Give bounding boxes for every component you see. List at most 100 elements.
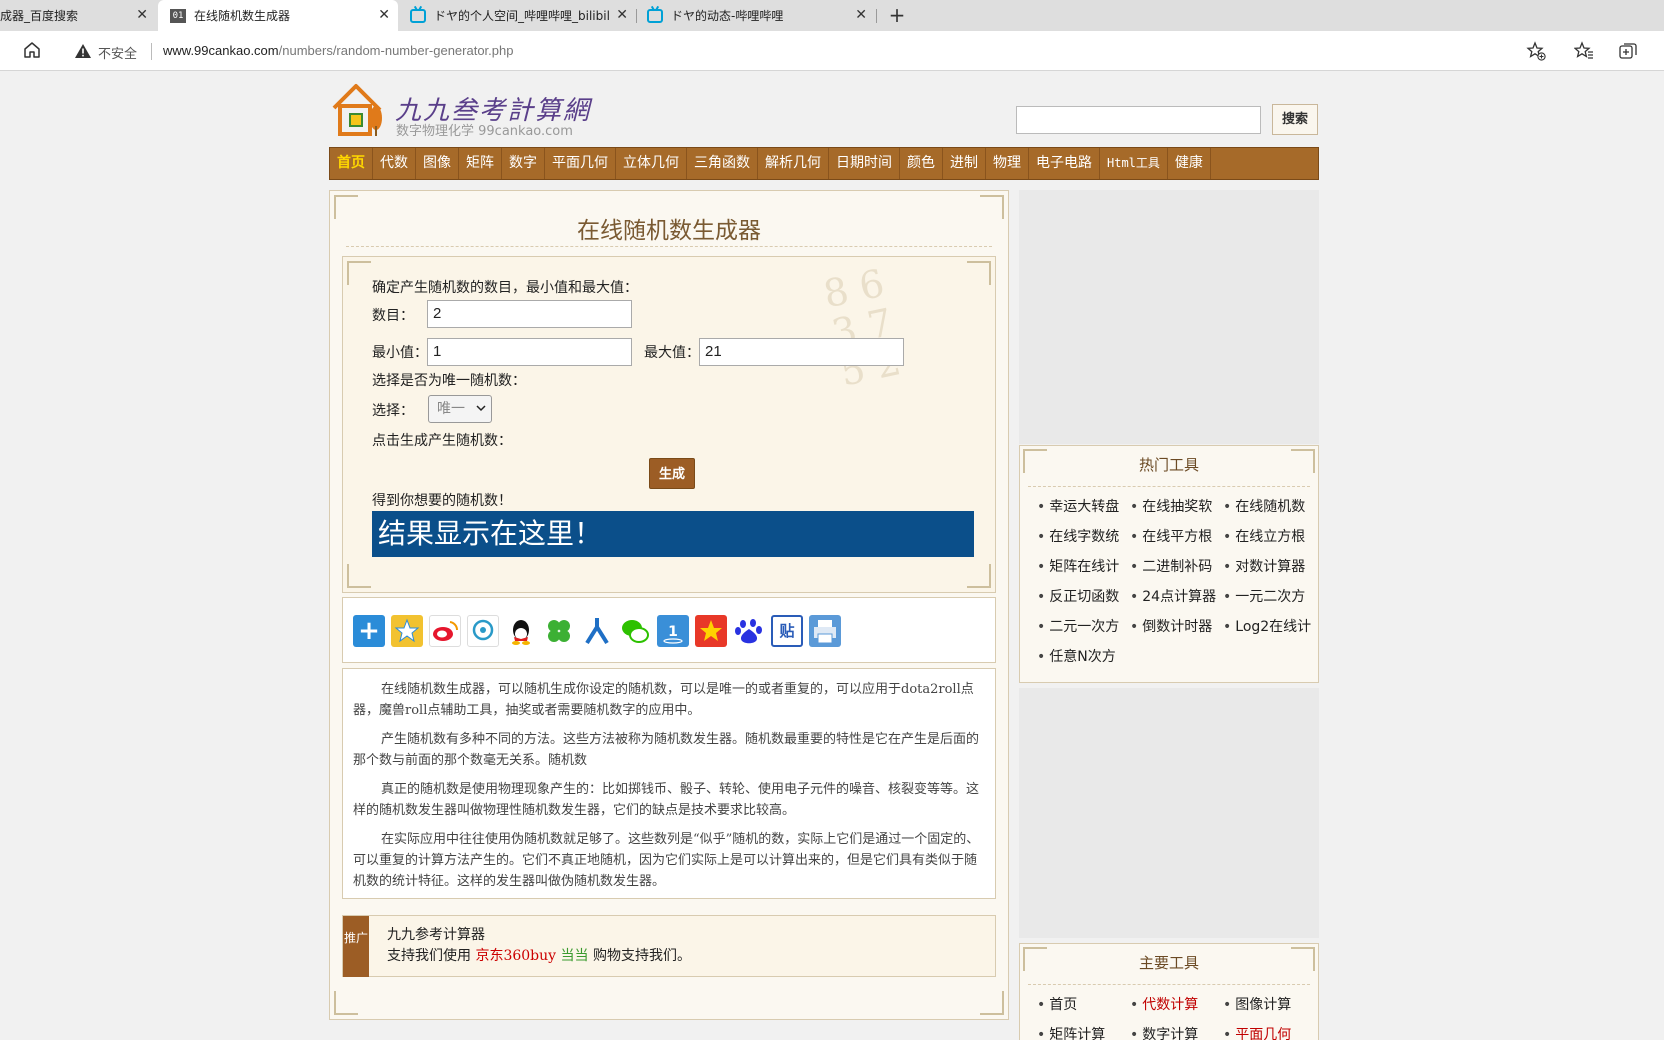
unique-select[interactable]: 唯一	[428, 395, 492, 423]
sidebar-tool-link[interactable]: • 平面几何	[1223, 1024, 1291, 1040]
min-label: 最小值：	[372, 345, 428, 361]
site-logo-subtitle: 数字物理化学 99cankao.com	[396, 124, 573, 139]
sidebar-tool-link[interactable]: • 在线立方根	[1223, 526, 1305, 546]
bullet-icon: •	[1037, 499, 1046, 515]
nav-item-circuits[interactable]: 电子电路	[1029, 148, 1100, 179]
sidebar-tool-link[interactable]: • 图像计算	[1223, 994, 1291, 1014]
print-icon[interactable]	[809, 615, 841, 647]
nav-item-date-time[interactable]: 日期时间	[829, 148, 900, 179]
add-favorite-icon[interactable]	[1526, 41, 1546, 61]
weibo-icon[interactable]	[429, 615, 461, 647]
home-icon[interactable]	[22, 40, 42, 60]
warning-icon[interactable]	[74, 43, 92, 59]
nav-item-html-tools[interactable]: Html工具	[1100, 148, 1168, 179]
nav-item-graph[interactable]: 图像	[416, 148, 459, 179]
tab-bilibili-space[interactable]: ドヤ的个人空间_哔哩哔哩_bilibili ✕	[398, 0, 636, 31]
nav-item-health[interactable]: 健康	[1168, 148, 1211, 179]
sidebar-tool-link[interactable]: • 任意N次方	[1037, 646, 1116, 666]
tieba-icon[interactable]: 贴	[771, 615, 803, 647]
sidebar-tool-link[interactable]: • 在线随机数	[1223, 496, 1305, 516]
promo-jd-link[interactable]: 京东360buy	[475, 948, 556, 964]
sidebar-tool-label: 二进制补码	[1142, 559, 1213, 575]
sidebar-tool-link[interactable]: • 反正切函数	[1037, 586, 1119, 606]
count-field[interactable]: 2	[427, 300, 632, 328]
min-field[interactable]: 1	[427, 338, 632, 366]
sidebar-tool-link[interactable]: • 一元二次方	[1223, 586, 1305, 606]
description-paragraph: 在线随机数生成器，可以随机生成你设定的随机数，可以是唯一的或者重复的，可以应用于…	[353, 682, 974, 718]
close-icon[interactable]: ✕	[616, 7, 628, 23]
sidebar-tool-link[interactable]: • 矩阵计算	[1037, 1024, 1105, 1040]
tab-bilibili-dynamic[interactable]: ドヤ的动态-哔哩哔哩 ✕	[637, 0, 875, 31]
sidebar-tool-link[interactable]: • 数字计算	[1130, 1024, 1198, 1040]
favorites-icon[interactable]	[1574, 41, 1594, 61]
tab-strip: 生成器_百度搜索 ✕ 01 在线随机数生成器 ✕ ドヤ的个人空间_哔哩哔哩_bi…	[0, 0, 1664, 31]
star-icon[interactable]	[695, 615, 727, 647]
bullet-icon: •	[1037, 619, 1046, 635]
sidebar-tool-label: 矩阵在线计	[1049, 559, 1120, 575]
nav-item-number[interactable]: 数字	[502, 148, 545, 179]
wechat-icon[interactable]	[619, 615, 651, 647]
bilibili-icon	[410, 8, 426, 23]
sidebar-tool-link[interactable]: • 24点计算器	[1130, 586, 1216, 606]
collections-icon[interactable]	[1618, 41, 1638, 61]
tab-baidu-search[interactable]: 生成器_百度搜索 ✕	[0, 0, 156, 31]
new-tab-button[interactable]: +	[884, 3, 910, 29]
nav-item-trigonometry[interactable]: 三角函数	[687, 148, 758, 179]
nav-item-algebra[interactable]: 代数	[373, 148, 416, 179]
qzone-icon[interactable]	[391, 615, 423, 647]
sidebar-tool-link[interactable]: • 在线抽奖软	[1130, 496, 1212, 516]
sidebar-tool-link[interactable]: • 代数计算	[1130, 994, 1198, 1014]
qq-icon[interactable]	[505, 615, 537, 647]
sidebar-tool-link[interactable]: • 在线字数统	[1037, 526, 1119, 546]
tab-random-number-generator[interactable]: 01 在线随机数生成器 ✕	[158, 0, 398, 31]
nav-item-analytic-geometry[interactable]: 解析几何	[758, 148, 829, 179]
counter-icon[interactable]: 1	[657, 615, 689, 647]
main-panel: 在线随机数生成器 8 63 75 2 确定产生随机数的数目，最小值和最大值： 数…	[329, 190, 1009, 1020]
sidebar-tool-link[interactable]: • 矩阵在线计	[1037, 556, 1119, 576]
sidebar-tool-label: 任意N次方	[1049, 649, 1116, 665]
security-label[interactable]: 不安全	[98, 43, 137, 62]
sidebar-tool-link[interactable]: • 在线平方根	[1130, 526, 1212, 546]
site-search-input[interactable]	[1016, 106, 1261, 134]
tencent-weibo-icon[interactable]	[467, 615, 499, 647]
close-icon[interactable]: ✕	[378, 7, 390, 23]
nav-item-color[interactable]: 颜色	[900, 148, 943, 179]
url-field[interactable]: 不安全 www.99cankao.com/numbers/random-numb…	[60, 35, 1558, 67]
sidebar-tool-link[interactable]: • 首页	[1037, 994, 1077, 1014]
close-icon[interactable]: ✕	[855, 7, 867, 23]
sidebar-tool-link[interactable]: • 二元一次方	[1037, 616, 1119, 636]
generator-form: 8 63 75 2 确定产生随机数的数目，最小值和最大值： 数目： 2 最小值：…	[342, 256, 996, 593]
sidebar-tool-label: 一元二次方	[1235, 589, 1306, 605]
sidebar-tool-label: 对数计算器	[1235, 559, 1306, 575]
site-logo-icon[interactable]	[330, 82, 386, 138]
close-icon[interactable]: ✕	[136, 7, 148, 23]
sidebar-tool-link[interactable]: • 倒数计时器	[1130, 616, 1212, 636]
max-field[interactable]: 21	[699, 338, 904, 366]
clover-icon[interactable]	[543, 615, 575, 647]
sidebar-tool-link[interactable]: • 对数计算器	[1223, 556, 1305, 576]
baidu-icon[interactable]	[733, 615, 765, 647]
sidebar-tool-link[interactable]: • Log2在线计	[1223, 616, 1311, 636]
nav-item-physics[interactable]: 物理	[986, 148, 1029, 179]
nav-item-base[interactable]: 进制	[943, 148, 986, 179]
bullet-icon: •	[1223, 997, 1232, 1013]
description-paragraph: 在实际应用中往往使用伪随机数就足够了。这些数列是“似乎”随机的数，实际上它们是通…	[353, 832, 980, 889]
url-text[interactable]: www.99cankao.com/numbers/random-number-g…	[163, 43, 513, 58]
promo-dangdang-link[interactable]: 当当	[561, 948, 589, 964]
sidebar-tool-link[interactable]: • 二进制补码	[1130, 556, 1212, 576]
tab-title: 在线随机数生成器	[194, 9, 291, 23]
corner-ornament	[347, 564, 371, 588]
nav-item-plane-geometry[interactable]: 平面几何	[545, 148, 616, 179]
promo-name: 九九参考计算器	[387, 927, 485, 943]
bullet-icon: •	[1130, 619, 1139, 635]
share-plus-icon[interactable]: +	[353, 615, 385, 647]
sidebar-tool-label: Log2在线计	[1235, 619, 1312, 635]
site-search-button[interactable]: 搜索	[1272, 104, 1318, 135]
renren-icon[interactable]	[581, 615, 613, 647]
nav-item-home[interactable]: 首页	[330, 148, 373, 179]
nav-item-matrix[interactable]: 矩阵	[459, 148, 502, 179]
sidebar-tool-link[interactable]: • 幸运大转盘	[1037, 496, 1119, 516]
generate-button[interactable]: 生成	[649, 458, 695, 489]
nav-item-solid-geometry[interactable]: 立体几何	[616, 148, 687, 179]
click-prompt: 点击生成产生随机数：	[372, 433, 512, 449]
